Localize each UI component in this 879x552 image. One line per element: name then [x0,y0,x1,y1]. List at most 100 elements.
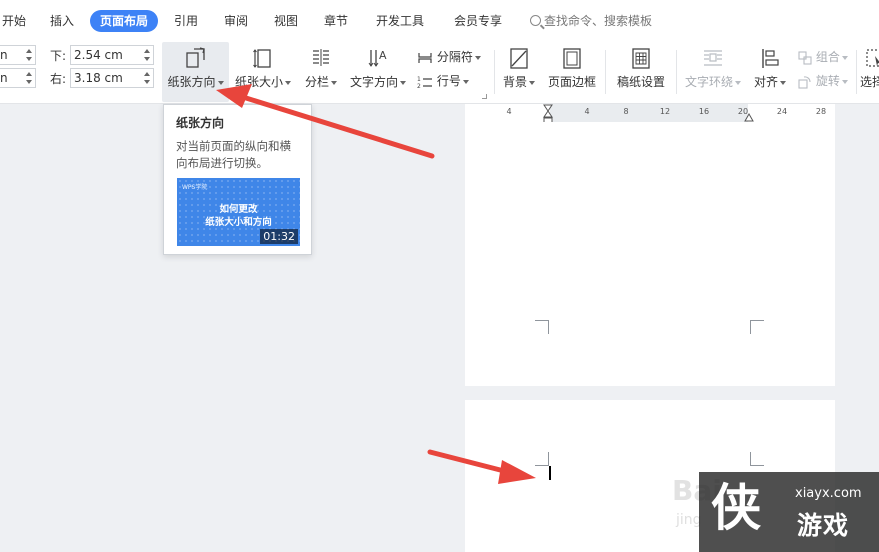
tab-view[interactable]: 视图 [274,10,298,32]
page-border-icon [560,46,584,73]
margin-corner-mark [750,452,764,466]
search-icon [530,15,541,26]
ruler-tick: 28 [815,107,827,116]
tab-chapter[interactable]: 章节 [324,10,348,32]
ruler-tick: 8 [623,107,629,116]
rotate-icon [798,75,811,89]
spinner-icon[interactable] [144,48,150,62]
text-wrap-button[interactable]: 文字环绕 [682,42,744,102]
menu-bar: 开始 插入 页面布局 引用 审阅 视图 章节 开发工具 会员专享 查找命令、搜索… [0,0,879,42]
group-label: 组合 [815,50,840,64]
align-icon [758,46,782,73]
tooltip-description: 对当前页面的纵向和横向布局进行切换。 [176,139,291,170]
thumbnail-title-line2: 纸张大小和方向 [205,217,272,228]
orientation-icon [184,46,208,73]
separator-icon [418,52,432,63]
rotate-label: 旋转 [815,74,840,88]
text-direction-icon: A [366,46,390,73]
spinner-icon[interactable] [26,48,32,62]
rotate-button[interactable]: 旋转 [798,72,848,89]
margin-bottom-label: 下: [50,49,67,63]
margin-right-value: 3.18 cm [74,71,123,85]
tab-member[interactable]: 会员专享 [454,10,502,32]
separator-label: 分隔符 [436,50,473,64]
divider [676,50,677,94]
tab-page-layout[interactable]: 页面布局 [90,10,159,32]
search-box[interactable]: 查找命令、搜索模板 [530,10,652,32]
ruler-tick: 12 [659,107,671,116]
chevron-down-icon [331,80,337,85]
orientation-tooltip: 纸张方向 对当前页面的纵向和横向布局进行切换。 WPS学院 如何更改 纸张大小和… [163,104,312,255]
background-label: 背景 [502,75,527,89]
orientation-button[interactable]: 纸张方向 [162,42,229,102]
text-direction-label: 文字方向 [349,75,398,89]
spinner-icon[interactable] [144,71,150,85]
chevron-down-icon [780,80,786,85]
columns-icon [309,46,333,73]
select-label: 选择 [860,75,879,89]
tooltip-title: 纸张方向 [176,116,225,130]
tab-references[interactable]: 引用 [174,10,198,32]
margin-corner-mark [750,320,764,334]
document-page[interactable] [465,122,835,386]
tab-developer[interactable]: 开发工具 [376,10,424,32]
chevron-down-icon [474,55,481,60]
chevron-down-icon [285,80,291,85]
ruler-tick: 24 [776,107,788,116]
background-icon [507,46,531,73]
margin-bottom-field[interactable]: 2.54 cm [70,45,154,65]
margin-left-field[interactable]: n [0,68,36,88]
baidu-watermark-sub: jing [676,512,702,528]
manuscript-button[interactable]: 稿纸设置 [612,42,670,102]
align-button[interactable]: 对齐 [750,42,790,102]
line-number-label: 行号 [436,74,461,88]
tutorial-video-thumbnail[interactable]: WPS学院 如何更改 纸张大小和方向 01:32 [177,178,300,246]
tab-review[interactable]: 审阅 [224,10,248,32]
right-indent-marker-icon[interactable] [744,113,754,122]
chevron-down-icon [735,80,741,85]
search-placeholder: 查找命令、搜索模板 [544,14,653,28]
separator-button[interactable]: 分隔符 [417,48,481,65]
margin-left-value: n [0,71,8,85]
align-label: 对齐 [753,75,778,89]
margin-top-field[interactable]: n [0,45,36,65]
tab-home[interactable]: 开始 [2,10,26,32]
thumbnail-brand: WPS学院 [182,184,208,191]
site-logo-watermark: 侠 xiayx.com 游戏 [699,472,879,552]
spinner-icon[interactable] [26,71,32,85]
chevron-down-icon [841,55,848,60]
group-icon [798,50,812,65]
group-button[interactable]: 组合 [798,48,848,65]
svg-text:2: 2 [417,83,421,89]
ribbon-toolbar: n n 下: 2.54 cm 右: 3.18 cm 纸张方向 纸张大小 分栏 A… [0,42,879,104]
tab-insert[interactable]: 插入 [50,10,74,32]
svg-text:A: A [379,49,387,62]
manuscript-label: 稿纸设置 [616,75,665,89]
paper-size-icon [251,46,275,73]
text-direction-button[interactable]: A 文字方向 [346,42,410,102]
ruler-tick: 4 [584,107,590,116]
page-border-button[interactable]: 页面边框 [545,42,599,102]
dialog-launcher-icon[interactable] [482,94,487,99]
margin-corner-mark [535,452,549,466]
divider [494,50,495,94]
manuscript-icon [629,46,653,73]
margin-top-value: n [0,48,8,62]
margin-right-field[interactable]: 3.18 cm [70,68,154,88]
chevron-down-icon [529,80,535,85]
horizontal-ruler[interactable]: 4 4 8 12 16 20 24 28 [465,104,835,126]
line-number-button[interactable]: 12 行号 [417,72,469,90]
margin-right-label: 右: [50,72,67,86]
paper-size-button[interactable]: 纸张大小 [233,42,293,102]
columns-button[interactable]: 分栏 [300,42,342,102]
page-border-label: 页面边框 [547,75,596,89]
video-duration: 01:32 [260,229,298,244]
select-button[interactable]: 选择 [860,42,879,102]
divider [856,50,857,94]
margin-bottom-value: 2.54 cm [74,48,123,62]
background-button[interactable]: 背景 [498,42,540,102]
thumbnail-title-line1: 如何更改 [219,204,258,215]
text-wrap-icon [701,46,725,73]
svg-text:1: 1 [417,76,421,83]
chevron-down-icon [400,80,406,85]
